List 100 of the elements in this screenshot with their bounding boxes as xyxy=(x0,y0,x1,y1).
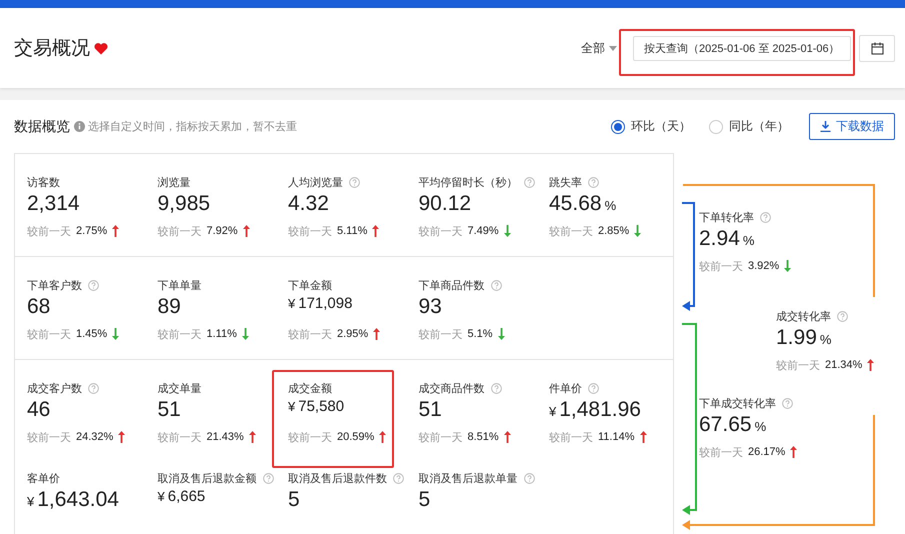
compare-mode-radio[interactable]: 环比（天） xyxy=(611,118,691,135)
compare-label: 较前一天 xyxy=(549,430,593,444)
compare-label: 较前一天 xyxy=(288,328,332,342)
change-value: 20.59% xyxy=(337,431,374,443)
currency-sign: ¥ xyxy=(549,404,556,419)
change-value: 1.45% xyxy=(76,328,108,340)
help-icon[interactable] xyxy=(837,310,848,322)
info-icon xyxy=(74,121,85,132)
metric-label: 平均停留时长（秒） xyxy=(418,176,518,190)
change-value: 7.92% xyxy=(206,225,238,237)
metric-value: 51 xyxy=(418,398,442,422)
caret-icon xyxy=(609,46,617,50)
help-icon[interactable] xyxy=(524,472,534,484)
download-icon xyxy=(820,121,831,132)
currency-sign: ¥ xyxy=(288,296,296,311)
metric-value: 2.94 xyxy=(699,227,740,251)
metric-value: 1.99 xyxy=(776,326,817,350)
help-icon[interactable] xyxy=(588,382,599,394)
metric-label: 下单成交转化率 xyxy=(699,396,776,410)
metric-label: 浏览量 xyxy=(158,176,190,190)
radio-dot[interactable] xyxy=(611,120,625,134)
change-value: 2.95% xyxy=(337,328,368,340)
change-value: 5.1% xyxy=(468,328,493,340)
calendar-icon xyxy=(870,42,884,54)
metric-value: 1,643.04 xyxy=(37,488,119,512)
help-icon[interactable] xyxy=(588,176,599,188)
compare-label: 较前一天 xyxy=(27,430,71,444)
compare-label: 较前一天 xyxy=(288,430,332,444)
metric-label: 访客数 xyxy=(27,176,60,190)
metric-label: 下单客户数 xyxy=(27,278,82,292)
metric-value: 93 xyxy=(418,295,442,319)
help-icon[interactable] xyxy=(88,382,99,394)
help-icon[interactable] xyxy=(490,382,502,394)
metric-label: 取消及售后退款件数 xyxy=(288,472,387,486)
metric-label: 人均浏览量 xyxy=(288,176,343,190)
compare-label: 较前一天 xyxy=(699,260,743,274)
compare-label: 较前一天 xyxy=(27,224,71,238)
help-icon[interactable] xyxy=(349,176,360,188)
metric-label: 下单商品件数 xyxy=(418,278,484,292)
metric-label: 成交商品件数 xyxy=(418,382,484,396)
metric-value: 1,481.96 xyxy=(559,398,641,422)
change-value: 2.75% xyxy=(76,225,108,237)
change-value: 26.17% xyxy=(748,446,786,458)
compare-label: 较前一天 xyxy=(549,224,593,238)
compare-label: 较前一天 xyxy=(288,224,332,238)
metric-label: 跳失率 xyxy=(549,176,582,190)
metric-value: 2,314 xyxy=(27,192,80,216)
change-value: 8.51% xyxy=(468,431,499,443)
compare-label: 较前一天 xyxy=(699,446,743,460)
metric-value: 9,985 xyxy=(158,192,210,216)
metric-value: 5 xyxy=(418,488,430,512)
metric-label: 客单价 xyxy=(27,472,60,486)
compare-mode-radio[interactable]: 同比（年） xyxy=(709,118,789,135)
compare-label: 较前一天 xyxy=(418,328,462,342)
help-icon[interactable] xyxy=(782,398,793,408)
help-icon[interactable] xyxy=(490,280,502,290)
metric-label: 下单转化率 xyxy=(699,210,754,224)
section-title: 数据概览 xyxy=(14,118,70,136)
shop-select[interactable]: 全部 xyxy=(575,36,623,60)
help-icon[interactable] xyxy=(760,212,771,222)
metric-label: 下单金额 xyxy=(288,278,332,292)
heart-icon xyxy=(94,42,108,54)
metric-label: 件单价 xyxy=(549,382,582,396)
metric-value: 75,580 xyxy=(298,398,344,417)
metric-value: 6,665 xyxy=(168,488,206,507)
metric-label: 成交金额 xyxy=(288,382,332,396)
metric-label: 成交客户数 xyxy=(27,382,82,396)
change-value: 11.14% xyxy=(598,431,634,443)
change-value: 3.92% xyxy=(748,260,780,272)
metric-value: 67.65 xyxy=(699,413,752,437)
metric-value: 68 xyxy=(27,295,50,319)
metric-value: 4.32 xyxy=(288,192,329,216)
unit-label: % xyxy=(820,332,832,347)
help-icon[interactable] xyxy=(88,280,99,290)
metric-label: 取消及售后退款金额 xyxy=(158,472,256,486)
metric-value: 46 xyxy=(27,398,50,422)
help-icon[interactable] xyxy=(524,176,534,188)
compare-label: 较前一天 xyxy=(158,328,202,342)
unit-label: % xyxy=(604,198,616,213)
metric-value: 171,098 xyxy=(298,295,352,314)
compare-label: 较前一天 xyxy=(158,430,202,444)
calendar-button[interactable] xyxy=(859,34,895,62)
help-icon[interactable] xyxy=(262,472,274,484)
unit-label: % xyxy=(742,233,754,248)
currency-sign: ¥ xyxy=(158,489,165,504)
change-value: 7.49% xyxy=(468,225,499,237)
currency-sign: ¥ xyxy=(288,399,296,414)
metric-label: 成交转化率 xyxy=(776,310,831,324)
metric-value: 45.68 xyxy=(549,192,602,216)
help-icon[interactable] xyxy=(393,472,404,484)
date-query-field[interactable]: 按天查询（2025-01-06 至 2025-01-06） xyxy=(633,36,851,60)
compare-label: 较前一天 xyxy=(158,224,202,238)
download-button[interactable]: 下载数据 xyxy=(809,113,895,140)
change-value: 2.85% xyxy=(598,225,630,237)
page-title: 交易概况 xyxy=(14,37,90,61)
currency-sign: ¥ xyxy=(27,494,34,509)
metric-label: 取消及售后退款单量 xyxy=(418,472,518,486)
metric-label: 成交单量 xyxy=(158,382,202,396)
change-value: 5.11% xyxy=(337,225,368,237)
metric-value: 90.12 xyxy=(418,192,472,216)
